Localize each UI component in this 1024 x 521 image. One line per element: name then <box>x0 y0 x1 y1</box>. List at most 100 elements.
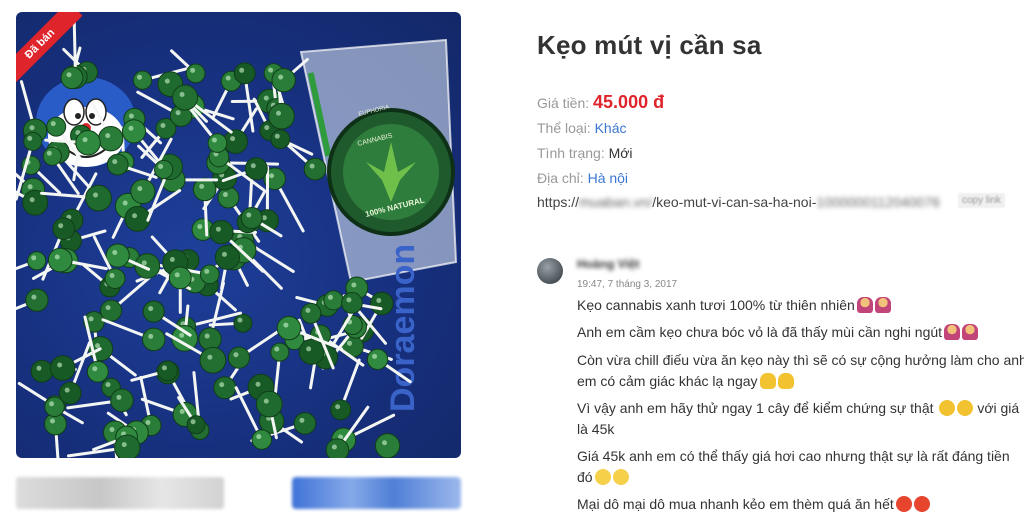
lollipop-highlight <box>255 381 261 387</box>
lollipop-highlight <box>145 420 151 426</box>
lollipop-highlight <box>207 354 213 360</box>
lollipop-candy <box>186 415 206 435</box>
lollipop-candy <box>374 433 401 458</box>
lollipop-highlight <box>269 173 275 179</box>
lollipop-highlight <box>54 254 60 260</box>
comment-line: Anh em cầm kẹo chưa bóc vỏ là đã thấy mù… <box>577 322 979 342</box>
lollipop-highlight <box>137 74 143 80</box>
comment-line: Mại dô mại dô mua nhanh kẻo em thèm quá … <box>577 494 930 514</box>
lollipop-highlight <box>331 444 337 450</box>
comment-text: là 45k <box>577 421 615 437</box>
lollipop-highlight <box>190 419 196 425</box>
product-url[interactable]: https://muaban.vn//keo-mut-vi-can-sa-ha-… <box>537 194 940 210</box>
lollipop-candy <box>213 376 237 400</box>
lollipop-highlight <box>36 365 42 371</box>
category-label: Thể loại: <box>537 120 591 136</box>
lollipop-candy <box>270 129 291 150</box>
address-label: Địa chỉ: <box>537 170 584 186</box>
lollipop-candy <box>85 184 112 212</box>
lollipop-candy <box>323 290 344 311</box>
copy-link-button[interactable]: copy link <box>958 193 1005 208</box>
lollipop-highlight <box>382 440 388 446</box>
comment-text: em có cảm giác khác lạ ngay <box>577 373 758 389</box>
person-gesturing-icon <box>962 324 979 340</box>
lollipop-candy <box>341 292 363 314</box>
lollipop-highlight <box>274 133 280 139</box>
lollipop-highlight <box>95 343 101 349</box>
price-label: Giá tiền: <box>537 95 590 111</box>
lollipop-highlight <box>327 294 333 300</box>
address-link[interactable]: Hà nội <box>588 170 628 186</box>
lollipop-highlight <box>309 163 315 169</box>
comment-text: Còn vừa chill điếu vừa ăn kẹo này thì sẽ… <box>577 352 1024 368</box>
thumbs-up-icon <box>777 373 794 389</box>
lollipop-candy <box>255 390 283 418</box>
lollipop-highlight <box>225 75 231 81</box>
lollipop-highlight <box>46 150 52 156</box>
lollipop-candy <box>366 348 389 370</box>
bag-text: Doraemon <box>384 244 422 412</box>
lollipop-highlight <box>347 340 353 346</box>
lollipop-candy <box>154 159 174 180</box>
comment-line: đó <box>577 467 629 487</box>
lollipop-candy <box>46 116 67 137</box>
lollipop-highlight <box>233 352 239 358</box>
lollipop-highlight <box>132 213 138 219</box>
lollipop-highlight <box>246 212 252 218</box>
lollipop-highlight <box>112 250 118 256</box>
price-value: 45.000 đ <box>593 92 665 112</box>
lollipop-highlight <box>250 163 256 169</box>
lollipop-highlight <box>256 434 262 440</box>
lollipop-candy <box>130 179 156 205</box>
comment-line: Giá 45k anh em có thể thấy giá hơi cao n… <box>577 446 1010 466</box>
category-link[interactable]: Khác <box>595 120 627 136</box>
lollipop-highlight <box>109 273 115 279</box>
lollipop-candy <box>199 346 227 374</box>
lollipop-candy <box>276 315 302 341</box>
lollipop-highlight <box>263 95 269 101</box>
lollipop-candy <box>217 186 240 209</box>
product-title: Kẹo mút vị cần sa <box>537 30 762 60</box>
comment-text: Vì vậy anh em hãy thử ngay 1 cây để kiểm… <box>577 400 934 416</box>
comment-text: đó <box>577 469 593 485</box>
lollipop-highlight <box>215 226 221 232</box>
lollipop-highlight <box>276 110 282 116</box>
lollipop-candy <box>370 291 394 316</box>
lollipop-highlight <box>121 442 127 448</box>
lollipop-highlight <box>58 223 64 229</box>
avatar[interactable] <box>537 258 563 284</box>
lollipop-candy <box>214 244 241 270</box>
lollipop-candy <box>325 438 350 458</box>
lollipop-highlight <box>137 186 143 192</box>
comment-line: Vì vậy anh em hãy thử ngay 1 cây để kiểm… <box>577 398 1019 418</box>
person-raising-hand-icon <box>874 297 891 313</box>
lollipop-highlight <box>164 78 170 84</box>
lollipop-candy <box>124 205 151 232</box>
lollipop-candy <box>47 247 73 273</box>
lollipop-candy <box>157 360 178 382</box>
product-image[interactable]: CANNABIS 100% NATURAL EUPHORIA Doraemon … <box>16 12 461 458</box>
lollipop-candy <box>104 268 126 289</box>
comment-author[interactable]: Hoàng Việt <box>577 257 639 271</box>
lollipop-candy <box>49 355 76 381</box>
lollipop-candy <box>168 266 192 290</box>
lollipop-highlight <box>57 362 63 368</box>
lollipop-highlight <box>199 183 205 189</box>
lollipop-candy <box>271 67 296 93</box>
comment-line: là 45k <box>577 419 614 439</box>
contact-button-blurred[interactable] <box>16 477 224 509</box>
buy-button-blurred[interactable] <box>292 477 461 509</box>
lollipop-candy <box>233 313 253 333</box>
thumbs-up-icon <box>759 373 776 389</box>
lollipop-highlight <box>278 74 284 80</box>
comment-line: Kẹo cannabis xanh tươi 100% từ thiên nhi… <box>577 295 891 315</box>
lollipop-highlight <box>219 382 225 388</box>
lollipop-candy <box>30 359 54 383</box>
lollipop-highlight <box>105 382 111 388</box>
lollipop-highlight <box>66 72 72 78</box>
lollipop-highlight <box>158 164 164 170</box>
lollipop-highlight <box>64 387 70 393</box>
comment-line: em có cảm giác khác lạ ngay <box>577 371 794 391</box>
lollipop-highlight <box>31 294 37 300</box>
lollipop-candy <box>251 429 273 450</box>
